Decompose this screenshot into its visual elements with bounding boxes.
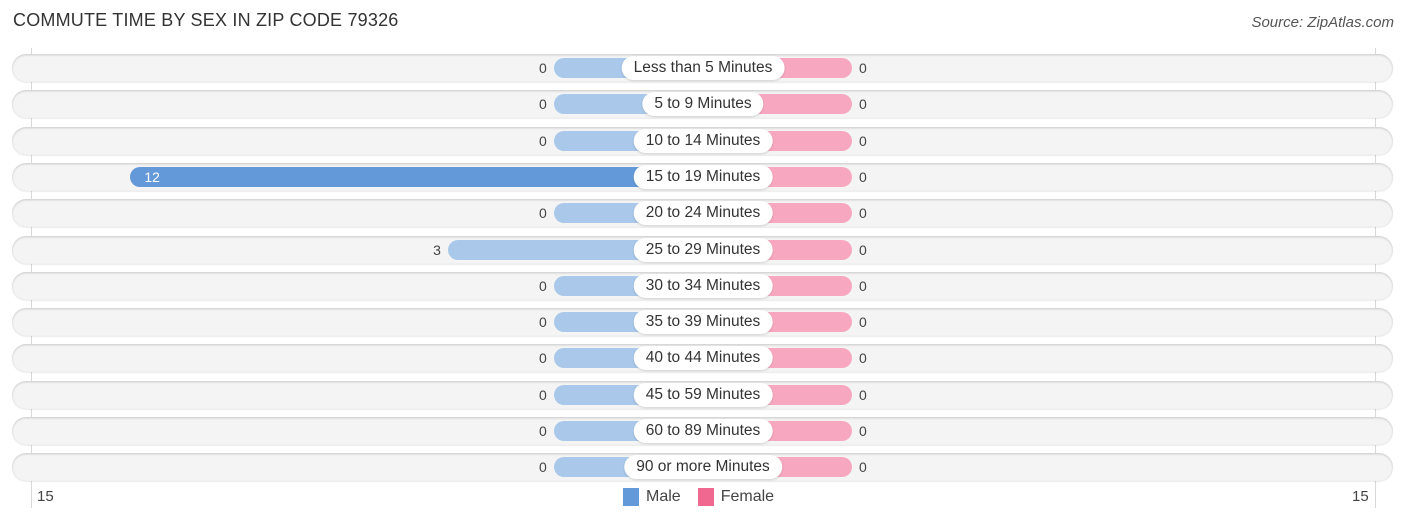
category-label: 40 to 44 Minutes — [633, 346, 773, 371]
value-label-female: 0 — [859, 205, 867, 222]
value-label-female: 0 — [859, 96, 867, 113]
value-label-male: 0 — [539, 386, 547, 403]
category-label: Less than 5 Minutes — [621, 56, 785, 80]
category-label: 60 to 89 Minutes — [633, 419, 773, 443]
value-label-female: 0 — [859, 314, 867, 331]
source-label: Source: ZipAtlas.com — [1251, 14, 1394, 31]
bar-male[interactable] — [130, 166, 703, 187]
value-label-female: 0 — [859, 132, 867, 149]
value-label-male: 0 — [539, 350, 547, 367]
value-label-male: 12 — [144, 168, 160, 185]
value-label-female: 0 — [859, 241, 867, 258]
value-label-female: 0 — [859, 423, 867, 439]
right-axis-tick: 15 — [1352, 488, 1369, 505]
value-label-male: 0 — [539, 96, 547, 113]
legend: Male Female — [623, 488, 791, 506]
category-label: 30 to 34 Minutes — [633, 273, 773, 298]
value-label-male: 0 — [539, 60, 547, 76]
legend-item-female[interactable]: Female — [697, 488, 775, 506]
left-axis-tick: 15 — [37, 488, 54, 505]
legend-swatch-male — [623, 488, 639, 506]
category-label: 45 to 59 Minutes — [633, 382, 773, 407]
category-label: 20 to 24 Minutes — [633, 201, 773, 226]
legend-label-male: Male — [646, 488, 681, 505]
value-label-female: 0 — [859, 459, 867, 476]
value-label-male: 3 — [433, 241, 441, 258]
value-label-male: 0 — [539, 205, 547, 222]
category-label: 35 to 39 Minutes — [633, 310, 773, 335]
value-label-female: 0 — [859, 350, 867, 367]
legend-label-female: Female — [720, 488, 775, 505]
value-label-female: 0 — [859, 386, 867, 403]
value-label-male: 0 — [539, 132, 547, 149]
value-label-male: 0 — [539, 314, 547, 331]
chart-title: COMMUTE TIME BY SEX IN ZIP CODE 79326 — [13, 10, 399, 30]
value-label-female: 0 — [859, 60, 867, 76]
category-label: 10 to 14 Minutes — [633, 128, 773, 153]
value-label-male: 0 — [539, 459, 547, 476]
category-label: 90 or more Minutes — [624, 455, 782, 480]
chart-root: COMMUTE TIME BY SEX IN ZIP CODE 79326 So… — [0, 0, 1406, 522]
value-label-female: 0 — [859, 168, 867, 185]
legend-swatch-female — [697, 488, 714, 506]
category-label: 25 to 29 Minutes — [633, 237, 773, 262]
value-label-male: 0 — [539, 423, 547, 439]
legend-item-male[interactable]: Male — [623, 488, 681, 506]
category-label: 15 to 19 Minutes — [633, 164, 773, 189]
value-label-male: 0 — [539, 277, 547, 294]
value-label-female: 0 — [859, 277, 867, 294]
category-label: 5 to 9 Minutes — [642, 92, 764, 117]
